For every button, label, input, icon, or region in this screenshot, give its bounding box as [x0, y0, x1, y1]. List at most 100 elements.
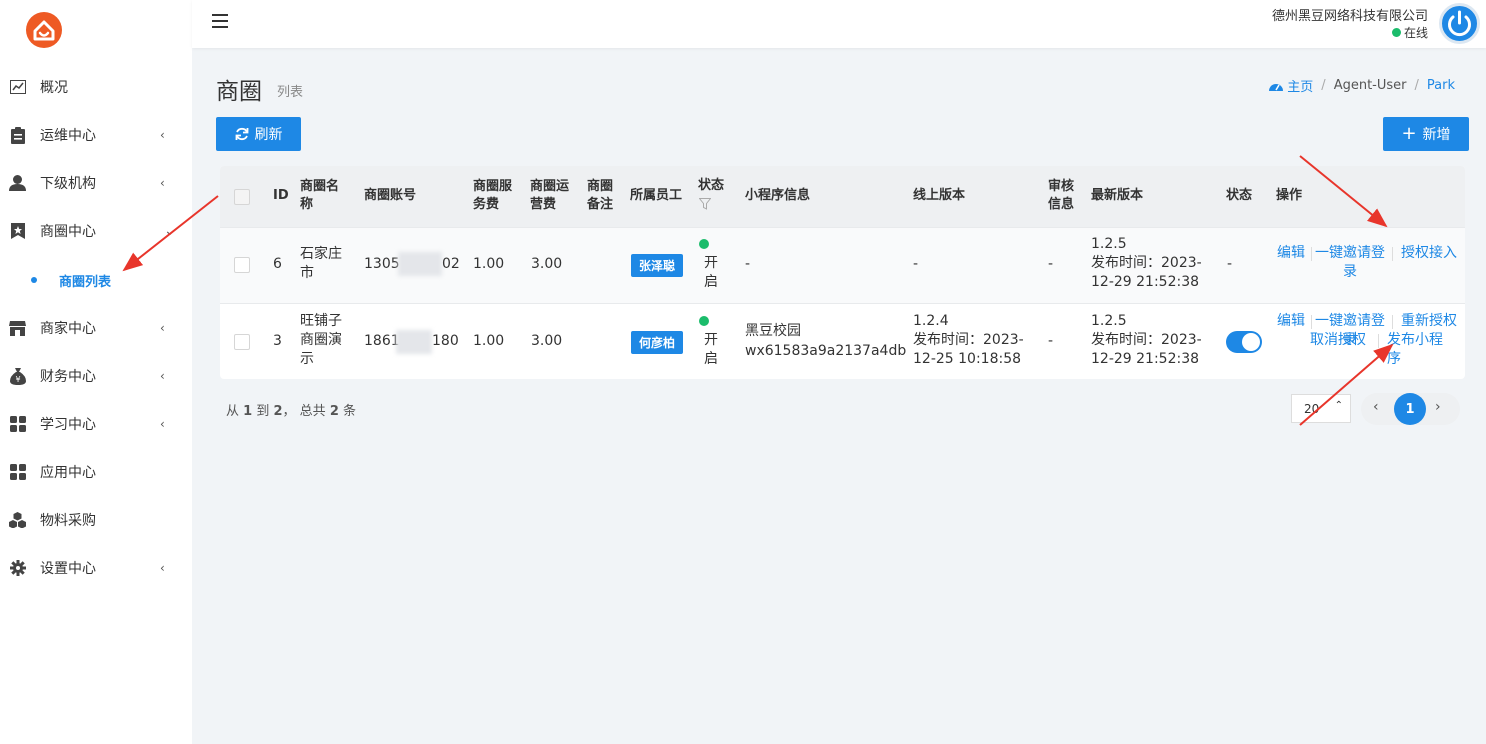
th-remark: 商圈备注: [587, 179, 614, 212]
chevron-left-icon: ‹: [160, 417, 165, 431]
nav-district-center[interactable]: 商圈中心 ⌄: [0, 207, 192, 255]
reauthorize-link[interactable]: 重新授权: [1401, 312, 1459, 331]
staff-tag[interactable]: 张泽聪: [631, 254, 683, 277]
select-all-checkbox[interactable]: [234, 189, 250, 205]
nav-label: 物料采购: [40, 513, 96, 529]
online-label: 在线: [1403, 26, 1428, 40]
nav-settings-center[interactable]: 设置中心 ‹: [0, 544, 192, 592]
row-checkbox[interactable]: [234, 257, 250, 273]
chevron-left-icon: ‹: [160, 561, 165, 575]
staff-tag[interactable]: 何彦柏: [631, 331, 683, 354]
add-button[interactable]: + 新增: [1383, 117, 1469, 151]
edit-link[interactable]: 编辑: [1277, 312, 1307, 331]
cell-audit: -: [1048, 333, 1054, 349]
cancel-authorize-link[interactable]: 取消授权: [1310, 331, 1370, 350]
authorize-link[interactable]: 授权接入: [1401, 244, 1459, 263]
publish-mini-program-link[interactable]: 发布小程序: [1387, 331, 1447, 369]
menu-toggle-icon[interactable]: [212, 14, 228, 28]
bookmark-icon: [9, 223, 26, 240]
row-checkbox[interactable]: [234, 334, 250, 350]
nav-district-list[interactable]: 商圈列表: [0, 265, 192, 295]
brand-logo[interactable]: [26, 12, 62, 48]
online-status: 在线: [1391, 24, 1428, 41]
chevron-left-icon: ‹: [160, 128, 165, 142]
active-dot: [31, 277, 37, 283]
cubes-icon: [9, 512, 26, 529]
breadcrumb-home-label: 主页: [1287, 80, 1314, 95]
next-page-icon[interactable]: ›: [1435, 399, 1441, 415]
nav-sub-org[interactable]: 下级机构 ‹: [0, 159, 192, 207]
apps-icon: [9, 464, 26, 481]
breadcrumb-home[interactable]: 主页: [1269, 76, 1313, 95]
avatar[interactable]: [1439, 3, 1480, 44]
th-service-fee: 商圈服务费: [473, 179, 513, 212]
summary-text: 到: [256, 404, 270, 419]
cell-online-time: 发布时间：2023-12-25 10:18:58: [913, 332, 1024, 367]
breadcrumb: 主页 / Agent-User / Park: [1269, 76, 1455, 95]
page-size-value: 20: [1304, 402, 1320, 416]
pagination: ‹ 1 ›: [1361, 393, 1460, 425]
filter-icon[interactable]: [699, 198, 711, 210]
nav-label: 概况: [40, 80, 68, 96]
cell-service-fee: 1.00: [473, 333, 505, 349]
breadcrumb-item: Agent-User: [1333, 78, 1407, 93]
nav-label: 财务中心: [40, 369, 96, 385]
cell-status2: -: [1227, 256, 1233, 272]
prev-page-icon[interactable]: ‹: [1373, 399, 1379, 415]
invite-login-link[interactable]: 一键邀请登录: [1311, 244, 1389, 282]
power-icon: [1448, 10, 1471, 37]
nav-app-center[interactable]: 应用中心: [0, 448, 192, 496]
th-mini-program: 小程序信息: [745, 188, 811, 203]
nav-merchant-center[interactable]: 商家中心 ‹: [0, 304, 192, 352]
cell-mini-program: -: [745, 256, 751, 272]
th-id: ID: [273, 188, 289, 203]
current-page-button[interactable]: 1: [1394, 393, 1426, 425]
nav-materials[interactable]: 物料采购: [0, 496, 192, 544]
breadcrumb-current[interactable]: Park: [1427, 78, 1455, 93]
nav-label: 学习中心: [40, 417, 96, 433]
nav-overview[interactable]: 概况: [0, 63, 192, 111]
user-icon: [9, 175, 26, 192]
cell-mini-id: wx61583a9a2137a4db: [745, 343, 907, 359]
plus-icon: +: [1401, 123, 1417, 144]
nav-label: 运维中心: [40, 128, 96, 144]
money-bag-icon: ¥: [9, 367, 26, 385]
refresh-icon: [235, 127, 248, 141]
table-row: 6 石家庄市 1305 02 1.00 3.00 张泽聪 开启 - - - 1.…: [220, 227, 1465, 303]
divider: [1392, 247, 1393, 261]
summary-text: 从: [226, 404, 240, 419]
nav-ops-center[interactable]: 运维中心 ‹: [0, 111, 192, 159]
chevron-left-icon: ‹: [160, 369, 165, 383]
nav-learning-center[interactable]: 学习中心 ‹: [0, 400, 192, 448]
table-row: 3 旺铺子商圈演示 1861 180 1.00 3.00 何彦柏 开启 黑豆校园…: [220, 303, 1465, 379]
refresh-button[interactable]: 刷新: [216, 117, 301, 151]
status-toggle[interactable]: [1226, 331, 1262, 353]
cell-mini-name: 黑豆校园: [745, 323, 801, 339]
nav-sub-label: 商圈列表: [59, 275, 112, 290]
cell-latest-version: 1.2.5: [1091, 313, 1127, 329]
nav-label: 应用中心: [40, 465, 96, 481]
page-title: 商圈: [216, 79, 262, 105]
cell-status: 开启: [704, 255, 718, 290]
cell-audit: -: [1048, 256, 1054, 272]
svg-text:¥: ¥: [15, 375, 20, 384]
add-label: 新增: [1422, 127, 1451, 143]
sidebar: 概况 运维中心 ‹ 下级机构 ‹ 商圈中心 ⌄ 商圈列表 商家中心 ‹ ¥ 财务…: [0, 0, 192, 744]
summary-total: 2: [329, 404, 339, 419]
th-status2: 状态: [1226, 188, 1253, 203]
cell-service-fee: 1.00: [473, 256, 505, 272]
nav-finance-center[interactable]: ¥ 财务中心 ‹: [0, 352, 192, 400]
nav-label: 商家中心: [40, 321, 96, 337]
cell-account-prefix: 1305: [364, 256, 400, 272]
divider: [1392, 315, 1393, 329]
cell-latest-time: 发布时间：2023-12-29 21:52:38: [1091, 255, 1202, 290]
online-dot: [1391, 28, 1401, 37]
th-latest-version: 最新版本: [1091, 188, 1144, 203]
grid-icon: [9, 416, 26, 433]
edit-link[interactable]: 编辑: [1277, 244, 1307, 263]
cell-latest-version: 1.2.5: [1091, 236, 1127, 252]
redacted-block: [396, 330, 432, 354]
logo-icon: [33, 20, 55, 41]
page-size-select[interactable]: 20 ⌃: [1291, 394, 1351, 423]
breadcrumb-separator: /: [1321, 78, 1326, 93]
